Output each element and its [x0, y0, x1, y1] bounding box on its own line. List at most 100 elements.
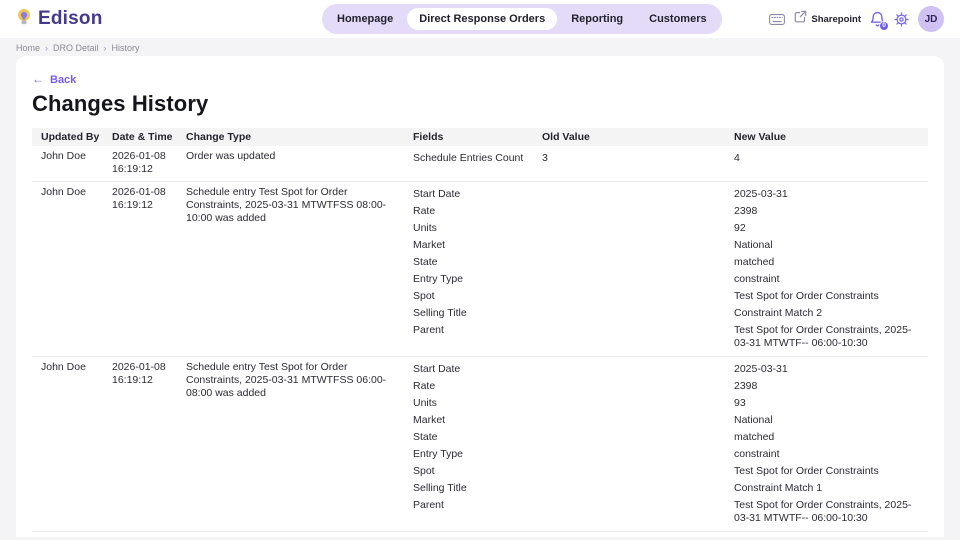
change-field: Parent [413, 497, 542, 512]
change-old-value [542, 446, 734, 448]
change-field: Entry Type [413, 446, 542, 461]
cell-updated-by: John Doe [32, 536, 112, 537]
table-row: John Doe 2026-01-08 16:19:12 Schedule en… [32, 357, 928, 532]
breadcrumb-item-dro-detail[interactable]: DRO Detail [53, 43, 99, 53]
change-new-value: National [734, 412, 928, 427]
table-header-row: Updated By Date & Time Change Type Field… [32, 128, 928, 146]
nav-item-customers[interactable]: Customers [637, 8, 718, 30]
change-old-value [542, 480, 734, 482]
change-old-value [542, 271, 734, 273]
change-old-value [542, 186, 734, 188]
change-field: Schedule Entries Count [413, 150, 542, 165]
page-title: Changes History [32, 91, 928, 117]
change-new-value: Constraint Match 2 [734, 305, 928, 320]
cell-date: 2026-01-08 [112, 186, 166, 198]
column-header-old-value: Old Value [542, 131, 734, 143]
change-new-value: matched [734, 429, 928, 444]
change-field: Spot [413, 288, 542, 303]
change-new-value: 92 [734, 220, 928, 235]
column-header-new-value: New Value [734, 131, 928, 143]
change-line: Entry Type constraint [413, 271, 928, 288]
breadcrumb-item-home[interactable]: Home [16, 43, 40, 53]
change-line: Units 92 [413, 220, 928, 237]
change-old-value [542, 497, 734, 499]
change-old-value [542, 305, 734, 307]
change-old-value [542, 361, 734, 363]
change-field: Units [413, 220, 542, 235]
bell-icon[interactable]: 0 [870, 11, 885, 28]
change-line: Selling Title Constraint Match 2 [413, 305, 928, 322]
history-table-body: John Doe 2026-01-08 16:19:12 Order was u… [32, 146, 928, 537]
change-new-value: Test Spot for Order Constraints [734, 288, 928, 303]
changes-history-card: ← Back Changes History Updated By Date &… [16, 56, 944, 537]
gear-icon[interactable] [894, 12, 909, 27]
breadcrumb-separator: › [45, 43, 48, 53]
cell-changes: Start Date 2025-03-31 Rate 2398 Units 92… [413, 186, 928, 350]
navbar-actions: Sharepoint 0 JD [769, 6, 944, 32]
back-button[interactable]: ← Back [32, 74, 76, 86]
change-line: Selling Title Constraint Match 1 [413, 480, 928, 497]
nav-item-homepage[interactable]: Homepage [325, 8, 405, 30]
external-link-icon [794, 10, 807, 28]
keyboard-icon[interactable] [769, 14, 785, 25]
change-line: Rate 2398 [413, 378, 928, 395]
change-field: State [413, 536, 542, 537]
change-field: Market [413, 237, 542, 252]
change-new-value: 2025-03-31 [734, 186, 928, 201]
logo[interactable]: Edison [16, 8, 103, 31]
cell-date: 2026-01-08 [112, 361, 166, 373]
notification-badge: 0 [879, 21, 889, 31]
column-header-date-time: Date & Time [112, 131, 186, 143]
cell-changes: Start Date 2025-03-31 Rate 2398 Units 93… [413, 361, 928, 525]
nav-item-direct-response-orders[interactable]: Direct Response Orders [407, 8, 557, 30]
cell-date: 2026-01-08 [112, 536, 166, 537]
main-nav: HomepageDirect Response OrdersReportingC… [322, 4, 722, 34]
back-arrow-icon: ← [32, 74, 44, 85]
column-header-change-type: Change Type [186, 131, 413, 143]
change-new-value: 93 [734, 395, 928, 410]
change-new-value: 2398 [734, 378, 928, 393]
change-line: Parent Test Spot for Order Constraints, … [413, 322, 928, 350]
cell-updated-by: John Doe [32, 361, 112, 525]
change-field: Start Date [413, 361, 542, 376]
cell-change-type: Schedule entry Test Spot for Order Const… [186, 536, 413, 537]
breadcrumb-item-history[interactable]: History [112, 43, 140, 53]
cell-date-time: 2026-01-08 16:19:12 [112, 186, 186, 350]
change-field: Rate [413, 378, 542, 393]
change-old-value [542, 412, 734, 414]
change-field: State [413, 254, 542, 269]
change-field: Parent [413, 322, 542, 337]
change-field: Market [413, 412, 542, 427]
cell-time: 16:19:12 [112, 163, 153, 175]
column-header-updated-by: Updated By [32, 131, 112, 143]
cell-updated-by: John Doe [32, 150, 112, 175]
change-line: State constraint_required constraint [413, 536, 928, 537]
change-line: Parent Test Spot for Order Constraints, … [413, 497, 928, 525]
change-new-value: Constraint Match 1 [734, 480, 928, 495]
change-line: Schedule Entries Count 3 4 [413, 150, 928, 167]
change-old-value: constraint_required [542, 536, 734, 537]
lightbulb-icon [16, 8, 32, 31]
cell-changes: State constraint_required constraint [413, 536, 928, 537]
cell-updated-by: John Doe [32, 186, 112, 350]
nav-item-reporting[interactable]: Reporting [559, 8, 635, 30]
change-line: Units 93 [413, 395, 928, 412]
change-line: Spot Test Spot for Order Constraints [413, 463, 928, 480]
change-old-value [542, 220, 734, 222]
change-line: Spot Test Spot for Order Constraints [413, 288, 928, 305]
change-old-value: 3 [542, 150, 734, 165]
change-new-value: constraint [734, 536, 928, 537]
cell-change-type: Order was updated [186, 150, 413, 175]
change-new-value: Test Spot for Order Constraints, 2025-03… [734, 322, 928, 350]
change-field: Spot [413, 463, 542, 478]
avatar[interactable]: JD [918, 6, 944, 32]
sharepoint-link[interactable]: Sharepoint [794, 10, 861, 28]
sharepoint-label: Sharepoint [811, 14, 861, 25]
column-header-fields: Fields [413, 131, 542, 143]
table-row: John Doe 2026-01-08 16:19:12 Schedule en… [32, 532, 928, 537]
change-old-value [542, 378, 734, 380]
change-line: Start Date 2025-03-31 [413, 186, 928, 203]
change-field: Units [413, 395, 542, 410]
cell-date-time: 2026-01-08 16:19:12 [112, 361, 186, 525]
change-old-value [542, 463, 734, 465]
